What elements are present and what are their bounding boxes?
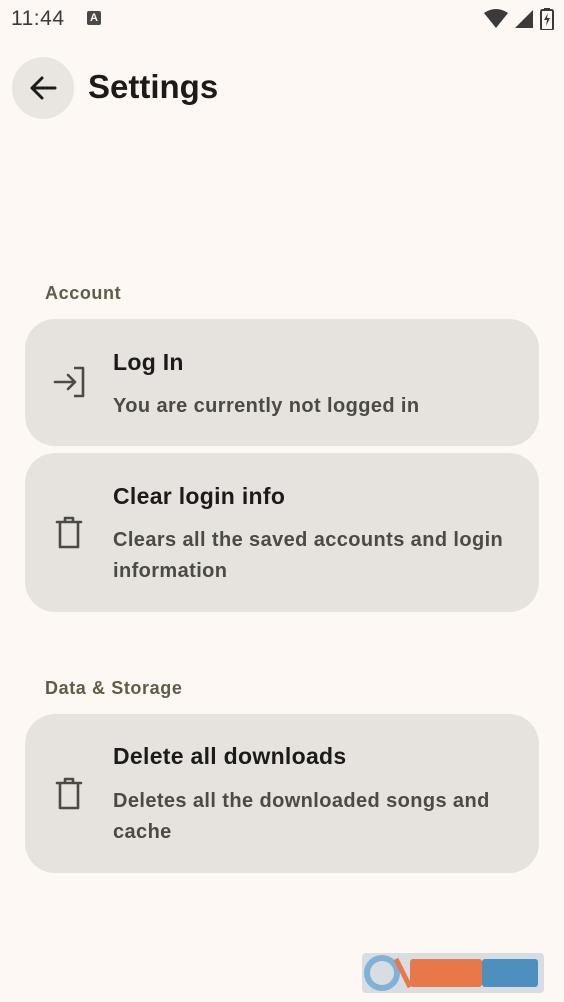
back-button[interactable]	[12, 57, 74, 119]
wifi-icon	[484, 9, 508, 28]
clear-login-info-subtitle: Clears all the saved accounts and login …	[113, 529, 504, 582]
log-in-title: Log In	[113, 349, 184, 375]
signal-icon	[515, 10, 533, 28]
section-header-account: Account	[45, 283, 122, 303]
arrow-back-icon	[30, 76, 57, 100]
status-time: 11:44	[11, 7, 65, 30]
delete-all-downloads-subtitle: Deletes all the downloaded songs and cac…	[113, 790, 490, 843]
status-icons	[484, 8, 554, 30]
watermark-logo	[362, 953, 544, 993]
status-bar: 11:44 A	[0, 0, 564, 38]
battery-charging-icon	[540, 8, 554, 30]
login-icon	[53, 366, 85, 398]
notification-badge-icon: A	[87, 11, 101, 25]
delete-all-downloads-title: Delete all downloads	[113, 743, 347, 769]
clear-login-info-item[interactable]: Clear login info Clears all the saved ac…	[25, 453, 539, 612]
trash-icon	[55, 516, 83, 549]
log-in-subtitle: You are currently not logged in	[113, 395, 420, 417]
trash-icon	[55, 777, 83, 810]
log-in-item[interactable]: Log In You are currently not logged in	[25, 319, 539, 446]
clear-login-info-title: Clear login info	[113, 483, 286, 509]
section-header-data-storage: Data & Storage	[45, 678, 183, 698]
delete-all-downloads-item[interactable]: Delete all downloads Deletes all the dow…	[25, 714, 539, 873]
page-title: Settings	[88, 68, 219, 105]
